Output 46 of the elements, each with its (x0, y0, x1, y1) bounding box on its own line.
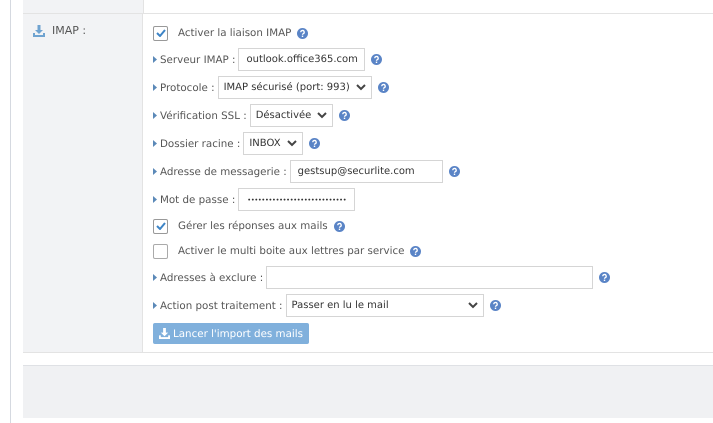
caret-icon (153, 168, 157, 175)
help-icon[interactable] (448, 166, 460, 177)
caret-icon (153, 196, 157, 203)
chevron-icon (356, 84, 366, 91)
field-label: Adresse de messagerie : (160, 166, 287, 178)
download-icon (33, 24, 45, 36)
caret-icon (153, 302, 157, 309)
caret-icon (153, 84, 157, 91)
select-field[interactable]: Passer en lu le mail (286, 294, 484, 317)
help-icon[interactable] (339, 110, 350, 121)
field-label: Dossier racine : (160, 138, 240, 150)
field-label: Vérification SSL : (160, 110, 247, 122)
help-icon[interactable] (334, 220, 345, 232)
help-icon[interactable] (297, 28, 308, 38)
chevron-icon (317, 112, 328, 119)
checkbox[interactable] (153, 244, 168, 258)
field-label: Serveur IMAP : (160, 54, 236, 66)
chevron-icon (468, 302, 478, 309)
checkbox[interactable] (153, 26, 168, 40)
field-label: Mot de passe : (160, 194, 236, 206)
help-icon[interactable] (599, 272, 610, 283)
help-icon[interactable] (378, 82, 389, 93)
select-field[interactable]: INBOX (243, 132, 303, 155)
help-icon[interactable] (490, 300, 501, 311)
download-icon (159, 328, 170, 339)
chevron-icon (286, 140, 297, 147)
caret-icon (153, 56, 157, 63)
checkbox[interactable] (153, 218, 168, 234)
caret-icon (153, 112, 157, 119)
checkbox-label: Gérer les réponses aux mails (178, 220, 328, 232)
caret-icon (153, 274, 157, 281)
help-icon[interactable] (308, 138, 320, 149)
checkbox-label: Activer la liaison IMAP (178, 27, 292, 39)
section-label: IMAP : (33, 24, 142, 37)
caret-icon (153, 140, 157, 147)
help-icon[interactable] (410, 246, 422, 256)
field-label: Adresses à exclure : (160, 272, 264, 284)
input-field[interactable]: gestsup@securlite.com (290, 160, 443, 183)
checkbox-label: Activer le multi boite aux lettres par service (178, 245, 404, 257)
field-label: Action post traitement : (160, 300, 283, 312)
select-field[interactable]: IMAP sécurisé (port: 993) (218, 76, 372, 99)
input-field[interactable] (266, 266, 594, 289)
input-field[interactable]: outlook.office365.com (238, 48, 366, 71)
help-icon[interactable] (371, 54, 382, 65)
field-label: Protocole : (160, 82, 215, 94)
select-field[interactable]: Désactivée (250, 104, 334, 127)
